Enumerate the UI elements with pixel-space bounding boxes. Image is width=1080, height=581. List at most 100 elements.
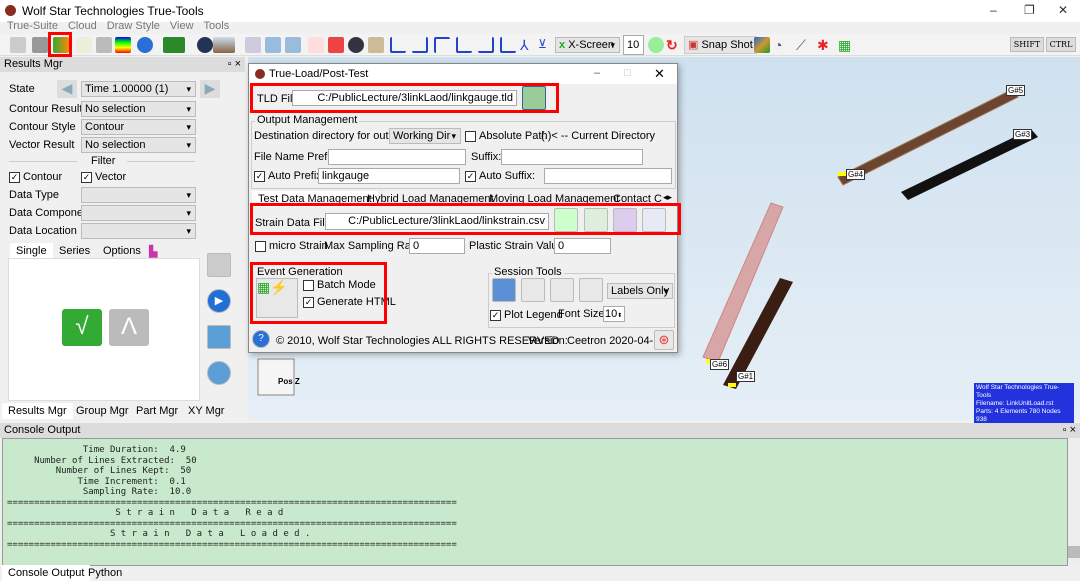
session-save-button[interactable] <box>492 278 516 302</box>
session-info-button[interactable] <box>521 278 545 302</box>
render-mode-icon[interactable] <box>163 37 185 53</box>
zoom-all-icon[interactable] <box>328 37 344 53</box>
reset-icon[interactable]: ↻ <box>666 37 682 53</box>
help-icon[interactable] <box>137 37 153 53</box>
maximize-button[interactable]: ❐ <box>1024 3 1035 17</box>
sqrt-button[interactable]: √ <box>62 309 102 346</box>
plot-icon[interactable] <box>76 37 92 53</box>
node-info-icon[interactable]: ✱ <box>817 37 833 53</box>
tab-scroll-arrows[interactable]: ◂▸ <box>663 192 672 203</box>
previous-state-button[interactable]: ◀ <box>57 80 77 98</box>
data-type-select[interactable] <box>81 187 196 203</box>
zoom-value-input[interactable]: 10 <box>623 35 644 55</box>
lambda-button[interactable]: Λ <box>109 309 149 346</box>
view-xz-icon[interactable] <box>434 37 450 53</box>
micro-strain-checkbox[interactable]: micro Strain <box>255 240 328 252</box>
view-zx-icon[interactable] <box>456 37 472 53</box>
view2-icon[interactable] <box>285 37 301 53</box>
panel-close-icon[interactable]: ▫ × <box>228 57 241 72</box>
background-icon[interactable] <box>213 37 235 53</box>
auto-suffix-input[interactable] <box>544 168 672 184</box>
protractor-icon[interactable]: ◔ <box>774 37 790 53</box>
zoom-in-icon[interactable] <box>648 37 664 53</box>
play-icon[interactable]: ▶ <box>207 289 231 313</box>
auto-prefix-input[interactable]: linkgauge <box>318 168 460 184</box>
table-info-icon[interactable]: ▦ <box>838 37 854 53</box>
legend-icon[interactable] <box>115 37 131 53</box>
tab-python[interactable]: Python <box>82 565 128 581</box>
menu-draw-style[interactable]: Draw Style <box>107 20 160 34</box>
session-table-button[interactable] <box>550 278 574 302</box>
contour-style-select[interactable]: Contour <box>81 119 196 135</box>
dialog-minimize-button[interactable]: – <box>594 67 600 79</box>
session-line-button[interactable] <box>579 278 603 302</box>
console-scrollbar[interactable] <box>1068 438 1080 566</box>
perspective-icon[interactable] <box>368 37 384 53</box>
menu-cloud[interactable]: Cloud <box>68 20 97 34</box>
menu-tools[interactable]: Tools <box>204 20 230 34</box>
export-icon[interactable] <box>207 325 231 349</box>
view-zy-icon[interactable] <box>478 37 494 53</box>
plot-legend-checkbox[interactable]: ✓ Plot Legend <box>490 309 563 321</box>
auto-prefix-checkbox[interactable]: ✓ Auto Prefix: <box>254 170 325 182</box>
suffix-label: Suffix: <box>471 151 502 163</box>
tab-part-mgr[interactable]: Part Mgr <box>130 403 184 419</box>
isometric-icon[interactable]: ⅄ <box>520 37 536 53</box>
measure-icon[interactable] <box>754 37 770 53</box>
font-size-spinner[interactable]: 10⬍ <box>603 306 625 322</box>
minimize-button[interactable]: – <box>990 3 997 17</box>
file-prefix-input[interactable] <box>328 149 466 165</box>
zoom-box-icon[interactable] <box>308 37 324 53</box>
tab-group-mgr[interactable]: Group Mgr <box>70 403 135 419</box>
data-location-select[interactable] <box>81 223 196 239</box>
fit-icon[interactable] <box>245 37 261 53</box>
close-button[interactable]: ✕ <box>1058 3 1068 17</box>
axis-icon[interactable]: ⊻ <box>538 37 554 53</box>
snapshot-button[interactable]: ▣ Snap Shot <box>684 36 757 54</box>
help-icon[interactable]: ? <box>252 330 270 348</box>
tool-icon[interactable] <box>96 37 112 53</box>
refresh-icon[interactable] <box>207 361 231 385</box>
import-icon[interactable] <box>10 37 26 53</box>
menu-view[interactable]: View <box>170 20 194 34</box>
vector-checkbox[interactable]: ✓ Vector <box>81 171 126 183</box>
max-sampling-rate-input[interactable]: 0 <box>409 238 465 254</box>
view-xy-icon[interactable] <box>390 37 406 53</box>
suffix-input[interactable] <box>501 149 643 165</box>
tab-series[interactable]: Series <box>53 243 96 259</box>
destination-select[interactable]: Working Dir <box>389 128 461 144</box>
absolute-path-checkbox[interactable]: Absolute Path <box>465 130 548 142</box>
transfer-icon[interactable] <box>32 37 48 53</box>
model-info-box: Wolf Star Technologies True-Tools Filena… <box>974 383 1074 425</box>
tab-xy-mgr[interactable]: XY Mgr <box>182 403 230 419</box>
ctrl-button[interactable]: CTRL <box>1046 37 1076 52</box>
dialog-close-button[interactable]: ✕ <box>654 66 665 82</box>
tab-single[interactable]: Single <box>10 243 53 259</box>
data-component-select[interactable] <box>81 205 196 221</box>
rotate-icon[interactable] <box>348 37 364 53</box>
view-yx-icon[interactable] <box>412 37 428 53</box>
state-select[interactable]: Time 1.00000 (1) <box>81 81 196 97</box>
vector-result-select[interactable]: No selection <box>81 137 196 153</box>
lighting-icon[interactable] <box>197 37 213 53</box>
lifebuoy-icon[interactable]: ⊛ <box>654 330 674 350</box>
auto-suffix-checkbox[interactable]: ✓ Auto Suffix: <box>465 170 535 182</box>
ruler-icon[interactable]: ⟋ <box>796 37 812 53</box>
tab-results-mgr[interactable]: Results Mgr <box>2 403 73 419</box>
tab-options[interactable]: Options <box>97 243 147 259</box>
gauge-label-g5: G#5 <box>1006 85 1026 96</box>
screen-mode-select[interactable]: x X-Screen <box>555 37 620 53</box>
shift-button[interactable]: SHIFT <box>1010 37 1044 52</box>
contour-result-select[interactable]: No selection <box>81 101 196 117</box>
contour-checkbox[interactable]: ✓ Contour <box>9 171 62 183</box>
copy-icon[interactable] <box>207 253 231 277</box>
view-yz-icon[interactable] <box>500 37 516 53</box>
console-close-icon[interactable]: ▫ × <box>1063 423 1076 438</box>
next-state-button[interactable]: ▶ <box>200 80 220 98</box>
view-icon[interactable] <box>265 37 281 53</box>
tab-console-output[interactable]: Console Output <box>2 565 91 581</box>
plastic-strain-input[interactable]: 0 <box>554 238 611 254</box>
labels-select[interactable]: Labels Only <box>607 283 673 299</box>
camera-icon: ▣ <box>688 39 702 51</box>
dialog-maximize-button[interactable]: □ <box>624 67 631 79</box>
